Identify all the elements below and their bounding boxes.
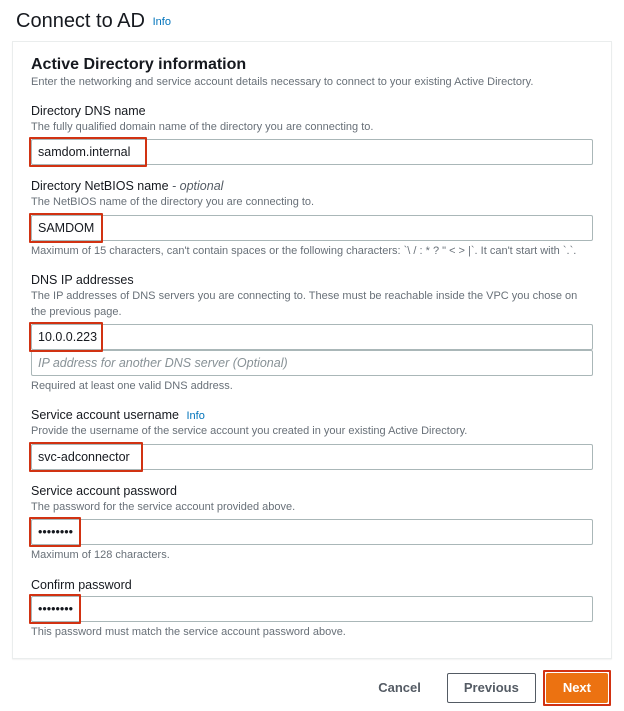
group-netbios: Directory NetBIOS name - optional The Ne…	[31, 179, 593, 259]
input-confirm-pass[interactable]	[31, 596, 593, 622]
label-dns-name: Directory DNS name	[31, 104, 593, 118]
input-netbios[interactable]	[31, 215, 593, 241]
help-netbios: The NetBIOS name of the directory you ar…	[31, 195, 593, 210]
input-dns-ip-1[interactable]	[31, 324, 593, 350]
panel-description: Enter the networking and service account…	[31, 76, 593, 88]
group-dns-name: Directory DNS name The fully qualified d…	[31, 104, 593, 165]
previous-button[interactable]: Previous	[447, 673, 536, 703]
help-dns-ip: The IP addresses of DNS servers you are …	[31, 289, 593, 320]
page-header: Connect to AD Info	[0, 0, 624, 41]
ad-info-panel: Active Directory information Enter the n…	[12, 41, 612, 659]
page-info-link[interactable]: Info	[153, 16, 171, 28]
help-below-svc-pass: Maximum of 128 characters.	[31, 548, 593, 563]
next-button[interactable]: Next	[546, 673, 608, 703]
label-svc-user-text: Service account username	[31, 408, 179, 422]
help-svc-pass: The password for the service account pro…	[31, 500, 593, 515]
svc-user-info-link[interactable]: Info	[186, 410, 204, 422]
input-dns-ip-2[interactable]	[31, 350, 593, 376]
group-dns-ip: DNS IP addresses The IP addresses of DNS…	[31, 273, 593, 394]
footer-actions: Cancel Previous Next	[0, 665, 624, 711]
help-below-confirm-pass: This password must match the service acc…	[31, 625, 593, 640]
label-netbios-text: Directory NetBIOS name	[31, 179, 169, 193]
group-svc-user: Service account username Info Provide th…	[31, 408, 593, 469]
group-svc-pass: Service account password The password fo…	[31, 484, 593, 564]
help-below-dns-ip: Required at least one valid DNS address.	[31, 379, 593, 394]
label-netbios-optional: - optional	[169, 179, 224, 193]
label-netbios: Directory NetBIOS name - optional	[31, 179, 593, 193]
cancel-button[interactable]: Cancel	[362, 673, 437, 703]
help-below-netbios: Maximum of 15 characters, can't contain …	[31, 244, 593, 259]
help-dns-name: The fully qualified domain name of the d…	[31, 120, 593, 135]
panel-title: Active Directory information	[31, 56, 593, 74]
input-svc-user[interactable]	[31, 444, 593, 470]
label-confirm-pass: Confirm password	[31, 578, 593, 592]
page-title: Connect to AD	[16, 10, 145, 32]
input-dns-name[interactable]	[31, 139, 593, 165]
label-svc-user: Service account username Info	[31, 408, 593, 422]
input-svc-pass[interactable]	[31, 519, 593, 545]
label-dns-ip: DNS IP addresses	[31, 273, 593, 287]
help-svc-user: Provide the username of the service acco…	[31, 424, 593, 439]
label-svc-pass: Service account password	[31, 484, 593, 498]
